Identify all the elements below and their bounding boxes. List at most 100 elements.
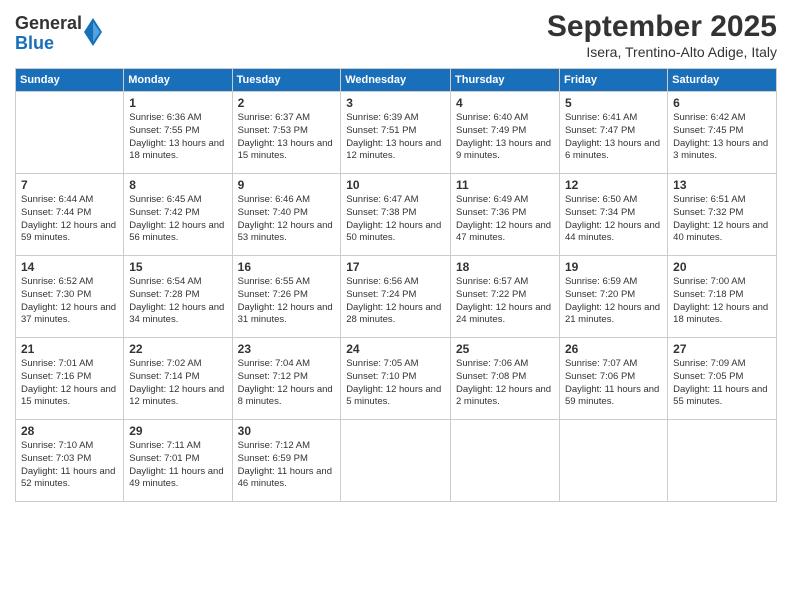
day-cell: 2 Sunrise: 6:37 AMSunset: 7:53 PMDaylight… bbox=[232, 92, 341, 174]
day-info: Sunrise: 6:56 AMSunset: 7:24 PMDaylight:… bbox=[346, 276, 445, 327]
day-info: Sunrise: 7:02 AMSunset: 7:14 PMDaylight:… bbox=[129, 358, 226, 409]
col-thursday: Thursday bbox=[451, 69, 560, 92]
day-number: 19 bbox=[565, 260, 662, 274]
logo: General Blue bbox=[15, 14, 102, 54]
day-cell: 9 Sunrise: 6:46 AMSunset: 7:40 PMDaylight… bbox=[232, 174, 341, 256]
day-cell: 3Sunrise: 6:39 AMSunset: 7:51 PMDaylight… bbox=[341, 92, 451, 174]
header: General Blue September 2025 Isera, Trent… bbox=[15, 10, 777, 60]
day-cell: 20Sunrise: 7:00 AMSunset: 7:18 PMDayligh… bbox=[668, 256, 777, 338]
day-info: Sunrise: 6:51 AMSunset: 7:32 PMDaylight:… bbox=[673, 194, 771, 245]
day-number: 23 bbox=[238, 342, 336, 356]
day-cell: 13 Sunrise: 6:51 AMSunset: 7:32 PMDayligh… bbox=[668, 174, 777, 256]
week-row-3: 14Sunrise: 6:52 AMSunset: 7:30 PMDayligh… bbox=[16, 256, 777, 338]
day-cell: 25 Sunrise: 7:06 AMSunset: 7:08 PMDayligh… bbox=[451, 338, 560, 420]
day-info: Sunrise: 7:01 AMSunset: 7:16 PMDaylight:… bbox=[21, 358, 118, 409]
col-friday: Friday bbox=[559, 69, 667, 92]
day-number: 8 bbox=[129, 178, 226, 192]
day-number: 30 bbox=[238, 424, 336, 438]
day-number: 15 bbox=[129, 260, 226, 274]
day-number: 29 bbox=[129, 424, 226, 438]
day-cell bbox=[341, 420, 451, 502]
day-number: 28 bbox=[21, 424, 118, 438]
day-info: Sunrise: 6:44 AMSunset: 7:44 PMDaylight:… bbox=[21, 194, 118, 245]
day-number: 12 bbox=[565, 178, 662, 192]
day-number: 5 bbox=[565, 96, 662, 110]
day-info: Sunrise: 7:06 AMSunset: 7:08 PMDaylight:… bbox=[456, 358, 554, 409]
day-number: 1 bbox=[129, 96, 226, 110]
month-title: September 2025 bbox=[547, 10, 777, 44]
day-number: 17 bbox=[346, 260, 445, 274]
calendar-table: Sunday Monday Tuesday Wednesday Thursday… bbox=[15, 68, 777, 502]
day-cell: 26 Sunrise: 7:07 AMSunset: 7:06 PMDayligh… bbox=[559, 338, 667, 420]
day-number: 25 bbox=[456, 342, 554, 356]
day-info: Sunrise: 7:09 AMSunset: 7:05 PMDaylight:… bbox=[673, 358, 771, 409]
day-cell: 17 Sunrise: 6:56 AMSunset: 7:24 PMDayligh… bbox=[341, 256, 451, 338]
week-row-5: 28Sunrise: 7:10 AMSunset: 7:03 PMDayligh… bbox=[16, 420, 777, 502]
day-number: 3 bbox=[346, 96, 445, 110]
day-number: 20 bbox=[673, 260, 771, 274]
logo-blue: Blue bbox=[15, 34, 82, 54]
day-number: 22 bbox=[129, 342, 226, 356]
day-info: Sunrise: 6:57 AMSunset: 7:22 PMDaylight:… bbox=[456, 276, 554, 327]
week-row-1: 1 Sunrise: 6:36 AMSunset: 7:55 PMDaylight… bbox=[16, 92, 777, 174]
day-info: Sunrise: 6:40 AMSunset: 7:49 PMDaylight:… bbox=[456, 112, 554, 163]
title-block: September 2025 Isera, Trentino-Alto Adig… bbox=[547, 10, 777, 60]
day-info: Sunrise: 6:55 AMSunset: 7:26 PMDaylight:… bbox=[238, 276, 336, 327]
day-number: 26 bbox=[565, 342, 662, 356]
page: General Blue September 2025 Isera, Trent… bbox=[0, 0, 792, 612]
day-info: Sunrise: 7:05 AMSunset: 7:10 PMDaylight:… bbox=[346, 358, 445, 409]
calendar-header-row: Sunday Monday Tuesday Wednesday Thursday… bbox=[16, 69, 777, 92]
day-number: 2 bbox=[238, 96, 336, 110]
day-cell: 1 Sunrise: 6:36 AMSunset: 7:55 PMDaylight… bbox=[124, 92, 232, 174]
col-wednesday: Wednesday bbox=[341, 69, 451, 92]
day-number: 9 bbox=[238, 178, 336, 192]
day-info: Sunrise: 6:37 AMSunset: 7:53 PMDaylight:… bbox=[238, 112, 336, 163]
day-info: Sunrise: 6:47 AMSunset: 7:38 PMDaylight:… bbox=[346, 194, 445, 245]
day-cell: 18 Sunrise: 6:57 AMSunset: 7:22 PMDayligh… bbox=[451, 256, 560, 338]
day-number: 10 bbox=[346, 178, 445, 192]
day-info: Sunrise: 6:36 AMSunset: 7:55 PMDaylight:… bbox=[129, 112, 226, 163]
day-cell: 12Sunrise: 6:50 AMSunset: 7:34 PMDayligh… bbox=[559, 174, 667, 256]
day-cell: 27Sunrise: 7:09 AMSunset: 7:05 PMDayligh… bbox=[668, 338, 777, 420]
day-info: Sunrise: 6:49 AMSunset: 7:36 PMDaylight:… bbox=[456, 194, 554, 245]
day-cell: 29Sunrise: 7:11 AMSunset: 7:01 PMDayligh… bbox=[124, 420, 232, 502]
day-number: 4 bbox=[456, 96, 554, 110]
day-cell: 14Sunrise: 6:52 AMSunset: 7:30 PMDayligh… bbox=[16, 256, 124, 338]
day-cell bbox=[668, 420, 777, 502]
day-info: Sunrise: 7:12 AMSunset: 6:59 PMDaylight:… bbox=[238, 440, 336, 491]
col-sunday: Sunday bbox=[16, 69, 124, 92]
day-number: 7 bbox=[21, 178, 118, 192]
day-cell: 16 Sunrise: 6:55 AMSunset: 7:26 PMDayligh… bbox=[232, 256, 341, 338]
day-info: Sunrise: 6:41 AMSunset: 7:47 PMDaylight:… bbox=[565, 112, 662, 163]
day-number: 24 bbox=[346, 342, 445, 356]
day-cell: 8Sunrise: 6:45 AMSunset: 7:42 PMDaylight… bbox=[124, 174, 232, 256]
col-monday: Monday bbox=[124, 69, 232, 92]
day-cell: 7 Sunrise: 6:44 AMSunset: 7:44 PMDaylight… bbox=[16, 174, 124, 256]
day-cell: 24 Sunrise: 7:05 AMSunset: 7:10 PMDayligh… bbox=[341, 338, 451, 420]
day-info: Sunrise: 6:54 AMSunset: 7:28 PMDaylight:… bbox=[129, 276, 226, 327]
day-cell: 4 Sunrise: 6:40 AMSunset: 7:49 PMDaylight… bbox=[451, 92, 560, 174]
day-info: Sunrise: 6:46 AMSunset: 7:40 PMDaylight:… bbox=[238, 194, 336, 245]
day-cell: 6 Sunrise: 6:42 AMSunset: 7:45 PMDaylight… bbox=[668, 92, 777, 174]
day-info: Sunrise: 6:59 AMSunset: 7:20 PMDaylight:… bbox=[565, 276, 662, 327]
day-cell: 10 Sunrise: 6:47 AMSunset: 7:38 PMDayligh… bbox=[341, 174, 451, 256]
day-cell: 11Sunrise: 6:49 AMSunset: 7:36 PMDayligh… bbox=[451, 174, 560, 256]
week-row-4: 21Sunrise: 7:01 AMSunset: 7:16 PMDayligh… bbox=[16, 338, 777, 420]
day-cell: 23 Sunrise: 7:04 AMSunset: 7:12 PMDayligh… bbox=[232, 338, 341, 420]
day-number: 13 bbox=[673, 178, 771, 192]
day-info: Sunrise: 6:52 AMSunset: 7:30 PMDaylight:… bbox=[21, 276, 118, 327]
day-cell: 5 Sunrise: 6:41 AMSunset: 7:47 PMDaylight… bbox=[559, 92, 667, 174]
day-cell: 19 Sunrise: 6:59 AMSunset: 7:20 PMDayligh… bbox=[559, 256, 667, 338]
day-info: Sunrise: 7:07 AMSunset: 7:06 PMDaylight:… bbox=[565, 358, 662, 409]
day-info: Sunrise: 7:04 AMSunset: 7:12 PMDaylight:… bbox=[238, 358, 336, 409]
day-cell: 30 Sunrise: 7:12 AMSunset: 6:59 PMDayligh… bbox=[232, 420, 341, 502]
day-number: 6 bbox=[673, 96, 771, 110]
day-number: 16 bbox=[238, 260, 336, 274]
day-cell bbox=[451, 420, 560, 502]
logo-icon bbox=[84, 18, 102, 46]
day-cell: 21Sunrise: 7:01 AMSunset: 7:16 PMDayligh… bbox=[16, 338, 124, 420]
day-info: Sunrise: 6:42 AMSunset: 7:45 PMDaylight:… bbox=[673, 112, 771, 163]
week-row-2: 7 Sunrise: 6:44 AMSunset: 7:44 PMDaylight… bbox=[16, 174, 777, 256]
day-number: 18 bbox=[456, 260, 554, 274]
day-cell: 15 Sunrise: 6:54 AMSunset: 7:28 PMDayligh… bbox=[124, 256, 232, 338]
